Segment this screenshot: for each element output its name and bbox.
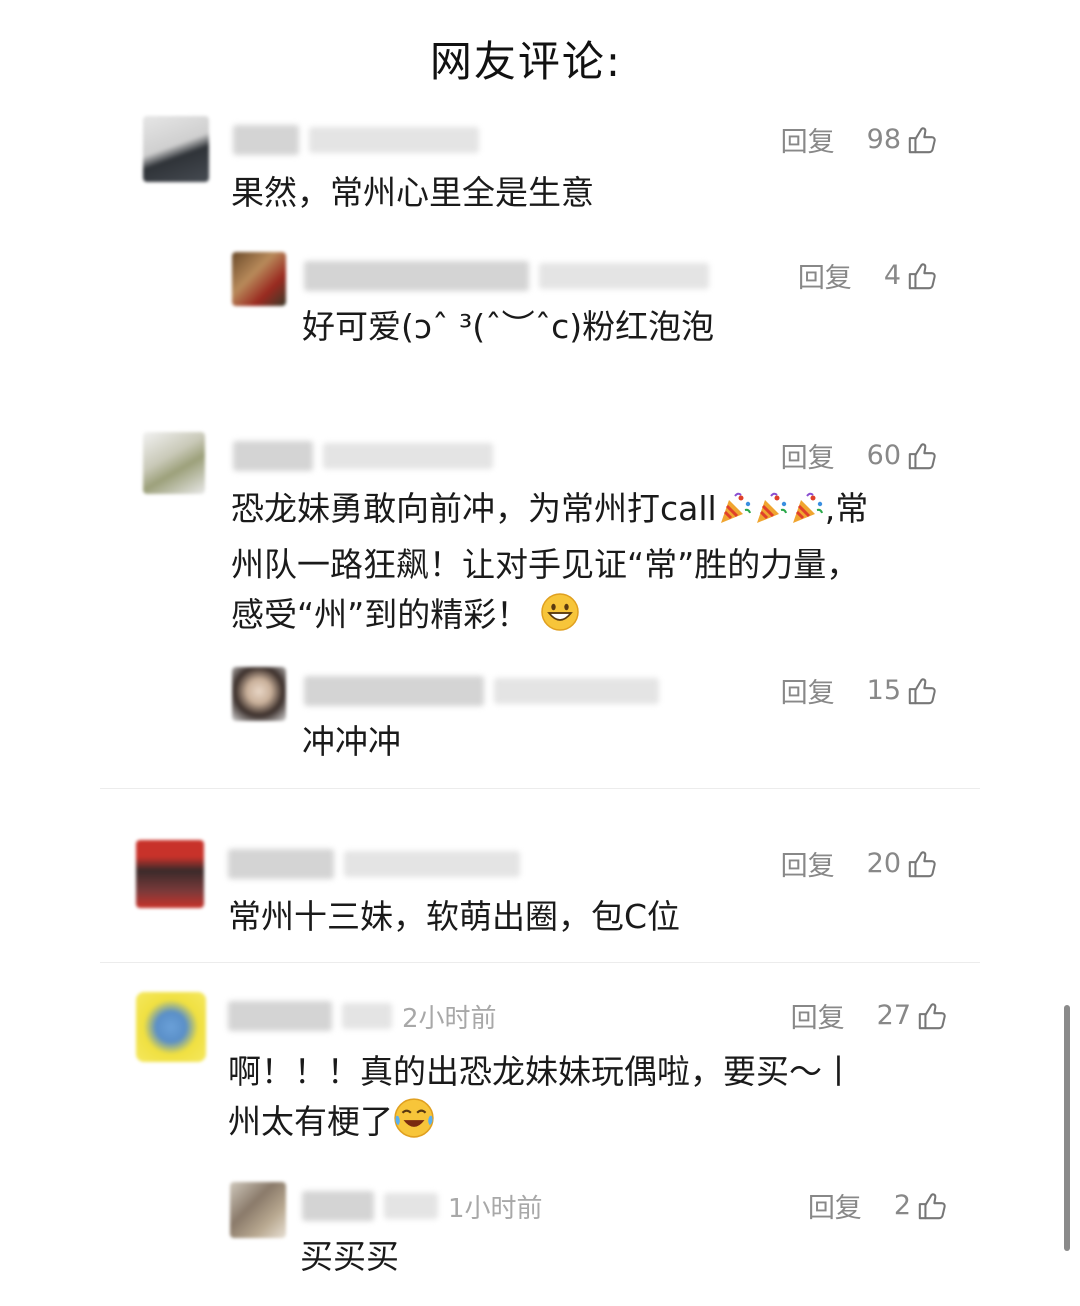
avatar[interactable] [232, 252, 286, 306]
comment-line: 恐龙妹勇敢向前冲，为常州打call ,常 [231, 484, 868, 540]
username-blurred[interactable] [304, 261, 529, 291]
avatar[interactable] [143, 116, 209, 182]
comment-actions: 回复 60 [781, 436, 937, 475]
comment-text: 常州十三妹，软萌出圈，包C位 [228, 897, 681, 936]
location-blurred [384, 1193, 438, 1219]
avatar[interactable] [136, 840, 204, 908]
comment-text: 果然，常州心里全是生意 [231, 173, 594, 212]
reply-button[interactable]: 回复 [781, 436, 835, 475]
reply-actions: 回复 2 [808, 1186, 947, 1225]
scrollbar[interactable] [1064, 1005, 1070, 1251]
username-blurred[interactable] [228, 1001, 332, 1031]
comment-meta [233, 438, 493, 474]
thumbs-up-icon [907, 441, 937, 471]
timestamp: 2小时前 [402, 1003, 497, 1034]
reply-meta: 1小时前 [302, 1188, 543, 1224]
username-blurred[interactable] [233, 441, 313, 471]
comment-text: 啊！！！真的出恐龙妹妹玩偶啦，要买～丨 州太有梗了 [228, 1047, 855, 1153]
comment-actions: 回复 20 [781, 844, 937, 883]
like-button[interactable]: 2 [894, 1190, 947, 1221]
location-time-blurred [494, 678, 659, 704]
party-popper-icon [789, 490, 825, 540]
reply-button[interactable]: 回复 [781, 120, 835, 159]
reply-item: 回复 4 好可爱(ɔˆ ³(ˆ︶ˆc)粉红泡泡 [232, 252, 943, 352]
reply-button[interactable]: 回复 [781, 671, 835, 710]
divider [100, 962, 980, 963]
comment-item: 回复 20 常州十三妹，软萌出圈，包C位 [136, 840, 943, 950]
grinning-face-icon [540, 592, 580, 646]
location-time-blurred [323, 443, 493, 469]
thumbs-up-icon [917, 1001, 947, 1031]
avatar[interactable] [232, 667, 286, 721]
like-count: 15 [866, 675, 901, 706]
reply-actions: 回复 15 [781, 671, 937, 710]
thumbs-up-icon [907, 849, 937, 879]
like-button[interactable]: 98 [867, 124, 937, 155]
username-blurred[interactable] [302, 1191, 374, 1221]
comment-item: 回复 60 恐龙妹勇敢向前冲，为常州打call ,常 州队一路狂飙！让对手见证“常… [143, 432, 943, 642]
party-popper-icon [753, 490, 789, 540]
reply-text: 好可爱(ɔˆ ³(ˆ︶ˆc)粉红泡泡 [302, 307, 715, 346]
comment-item: 2小时前 回复 27 啊！！！真的出恐龙妹妹玩偶啦，要买～丨 州太有梗了 [136, 992, 953, 1152]
reply-button[interactable]: 回复 [808, 1186, 862, 1225]
username-blurred[interactable] [233, 125, 299, 155]
comment-actions: 回复 27 [791, 996, 947, 1035]
party-popper-icon [717, 490, 753, 540]
reply-button[interactable]: 回复 [781, 844, 835, 883]
avatar[interactable] [230, 1182, 286, 1238]
reply-actions: 回复 4 [798, 256, 937, 295]
like-count: 20 [866, 848, 901, 879]
like-button[interactable]: 60 [867, 440, 937, 471]
avatar[interactable] [143, 432, 205, 494]
location-time-blurred [539, 263, 709, 289]
username-blurred[interactable] [228, 849, 334, 879]
avatar[interactable] [136, 992, 206, 1062]
reply-text: 买买买 [300, 1237, 399, 1276]
thumbs-up-icon [907, 676, 937, 706]
comment-meta: 2小时前 [228, 998, 497, 1034]
comment-item: 回复 98 果然，常州心里全是生意 [143, 116, 943, 226]
comment-meta [233, 122, 479, 158]
reply-button[interactable]: 回复 [798, 256, 852, 295]
thumbs-up-icon [907, 125, 937, 155]
timestamp: 1小时前 [448, 1193, 543, 1224]
reply-text: 冲冲冲 [302, 722, 401, 761]
reply-button[interactable]: 回复 [791, 996, 845, 1035]
comments-page: 网友评论: 回复 98 果然，常州心里全是生意 回复 4 好可爱(ɔˆ ³(ˆ︶… [0, 0, 1080, 1306]
comment-line-text: 恐龙妹勇敢向前冲，为常州打call [231, 489, 717, 528]
reply-meta [304, 258, 709, 294]
like-count: 60 [866, 440, 901, 471]
comment-line-text: 州太有梗了 [228, 1102, 393, 1141]
comment-actions: 回复 98 [781, 120, 937, 159]
tears-of-joy-icon [393, 1097, 435, 1153]
comment-line: 啊！！！真的出恐龙妹妹玩偶啦，要买～丨 [228, 1052, 855, 1091]
page-title: 网友评论: [429, 37, 623, 86]
divider [100, 788, 980, 789]
thumbs-up-icon [917, 1191, 947, 1221]
comment-line: 州队一路狂飙！让对手见证“常”胜的力量， [231, 545, 860, 584]
like-button[interactable]: 27 [877, 1000, 947, 1031]
reply-item: 回复 15 冲冲冲 [232, 667, 943, 767]
username-blurred[interactable] [304, 676, 484, 706]
comment-meta [228, 846, 520, 882]
comment-line-text: ,常 [824, 489, 869, 528]
comment-line: 州太有梗了 [228, 1097, 855, 1153]
thumbs-up-icon [907, 261, 937, 291]
location-time-blurred [309, 127, 479, 153]
like-count: 27 [876, 1000, 911, 1031]
like-count: 98 [866, 124, 901, 155]
location-time-blurred [344, 851, 520, 877]
reply-item: 1小时前 回复 2 买买买 [230, 1182, 953, 1282]
comment-text: 恐龙妹勇敢向前冲，为常州打call ,常 州队一路狂飙！让对手见证“常”胜的力量，… [231, 484, 868, 646]
like-count: 4 [883, 260, 901, 291]
reply-meta [304, 673, 659, 709]
like-count: 2 [893, 1190, 911, 1221]
comment-line: 感受“州”到的精彩！ [231, 590, 868, 646]
like-button[interactable]: 15 [867, 675, 937, 706]
comment-line-text: 感受“州”到的精彩！ [231, 595, 530, 634]
like-button[interactable]: 20 [867, 848, 937, 879]
like-button[interactable]: 4 [884, 260, 937, 291]
location-blurred [342, 1003, 392, 1029]
